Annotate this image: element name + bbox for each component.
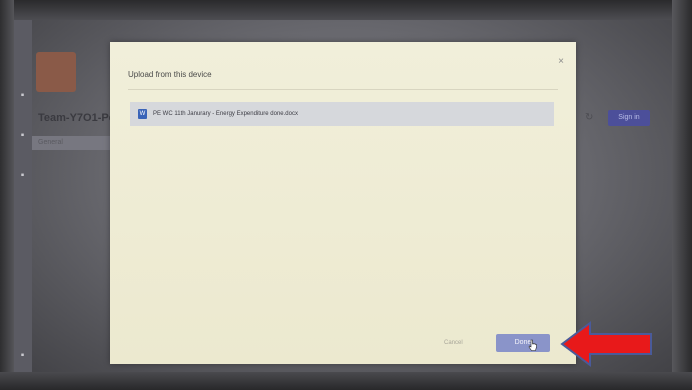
channel-general[interactable]: General	[32, 136, 116, 150]
upload-dialog: Upload from this device × W PE WC 11th J…	[110, 42, 576, 364]
red-arrow-icon	[560, 321, 652, 367]
bezel-left	[0, 0, 14, 390]
activity-icon[interactable]: ▪	[17, 90, 28, 101]
apps-icon[interactable]: ▪	[17, 350, 28, 361]
dialog-title: Upload from this device	[128, 70, 212, 79]
word-doc-icon: W	[138, 109, 147, 119]
refresh-icon[interactable]: ↻	[585, 112, 593, 123]
done-button[interactable]: Done	[496, 334, 550, 352]
teams-icon[interactable]: ▪	[17, 170, 28, 181]
file-name: PE WC 11th Janurary - Energy Expenditure…	[153, 111, 298, 117]
sign-in-button[interactable]: Sign in	[608, 110, 650, 126]
uploaded-file-row[interactable]: W PE WC 11th Janurary - Energy Expenditu…	[130, 102, 554, 126]
bezel-bottom	[0, 372, 692, 390]
pointer-cursor-icon	[528, 339, 537, 351]
chat-icon[interactable]: ▪	[17, 130, 28, 141]
cancel-button[interactable]: Cancel	[444, 340, 463, 346]
bezel-top	[0, 0, 692, 20]
bezel-right	[672, 0, 692, 390]
close-icon[interactable]: ×	[558, 56, 564, 67]
app-rail: ▪ ▪ ▪ ▪	[14, 20, 32, 372]
dialog-divider	[128, 89, 558, 90]
team-avatar[interactable]	[36, 52, 76, 92]
